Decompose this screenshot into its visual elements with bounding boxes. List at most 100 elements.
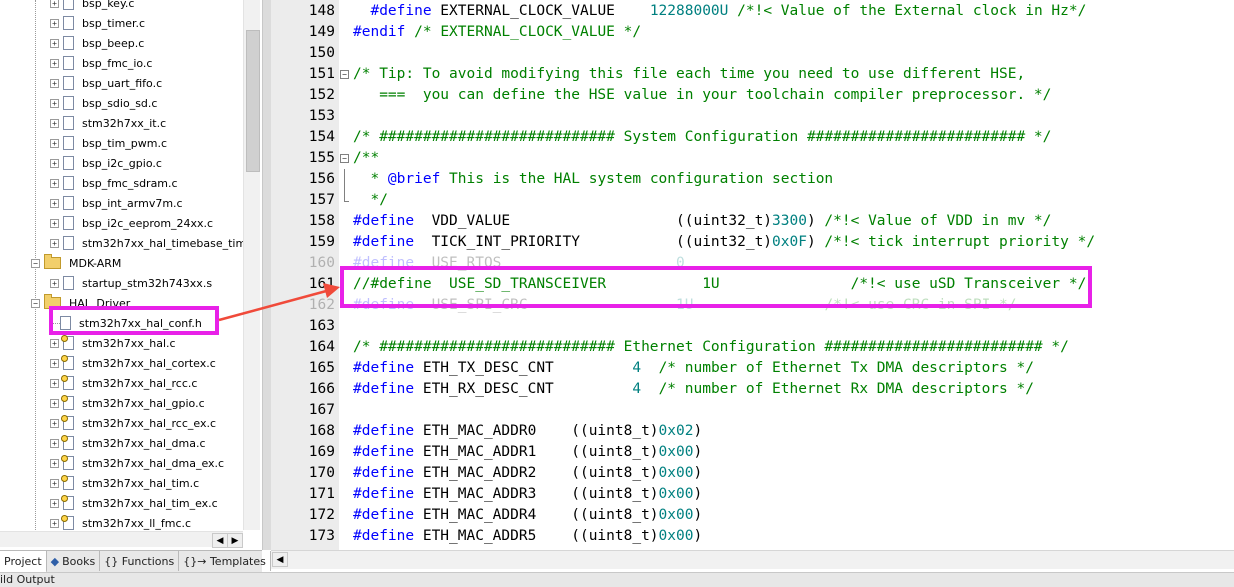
tree-file[interactable]: + stm32h7xx_ll_fmc.c [50, 513, 191, 533]
tree-file[interactable]: + stm32h7xx_hal_cortex.c [50, 353, 216, 373]
tree-file[interactable]: + stm32h7xx_it.c [50, 113, 166, 133]
code-line[interactable]: 150 [271, 43, 1234, 64]
code-text: #define ETH_MAC_ADDR1 ((uint8_t)0x00) [353, 442, 702, 463]
code-line[interactable]: 157 */ [271, 190, 1234, 211]
build-output-tab[interactable]: ild Output [0, 572, 1234, 587]
code-line[interactable]: 152 === you can define the HSE value in … [271, 85, 1234, 106]
code-line[interactable]: 156 * @brief This is the HAL system conf… [271, 169, 1234, 190]
expand-icon[interactable]: + [50, 58, 59, 68]
tree-file[interactable]: + bsp_int_armv7m.c [50, 193, 183, 213]
tree-file[interactable]: + bsp_i2c_gpio.c [50, 153, 162, 173]
tree-file[interactable]: + bsp_i2c_eeprom_24xx.c [50, 213, 213, 233]
expand-icon[interactable]: + [50, 138, 59, 148]
tab-templates[interactable]: {}→ Templates [179, 551, 271, 571]
code-line[interactable]: 154 /* ########################### System… [271, 127, 1234, 148]
expand-icon[interactable]: + [50, 78, 59, 88]
scroll-right-arrow-icon[interactable]: ▶ [227, 533, 243, 548]
code-line[interactable]: 148 #define EXTERNAL_CLOCK_VALUE 1228800… [271, 1, 1234, 22]
editor-horizontal-scrollbar[interactable]: ◀ [271, 550, 1234, 569]
expand-icon[interactable]: + [50, 278, 59, 288]
fold-collapse-icon[interactable]: − [340, 154, 349, 163]
tree-item-label: stm32h7xx_hal_gpio.c [82, 396, 205, 410]
tree-file[interactable]: + stm32h7xx_hal.c [50, 333, 176, 353]
file-icon [63, 96, 74, 110]
expand-icon[interactable]: + [50, 98, 59, 108]
tree-file[interactable]: + startup_stm32h743xx.s [50, 273, 212, 293]
expand-icon[interactable]: + [50, 498, 59, 508]
expand-icon[interactable]: + [50, 518, 59, 528]
expand-icon[interactable]: + [50, 118, 59, 128]
editor-scroll-left-arrow-icon[interactable]: ◀ [272, 552, 288, 567]
fold-collapse-icon[interactable]: − [340, 70, 349, 79]
tree-file[interactable]: + stm32h7xx_hal_rcc_ex.c [50, 413, 216, 433]
tree-file[interactable]: + bsp_tim_pwm.c [50, 133, 167, 153]
code-line[interactable]: 159 #define TICK_INT_PRIORITY ((uint32_t)… [271, 232, 1234, 253]
tree-file[interactable]: + stm32h7xx_hal_timebase_tim. [50, 233, 250, 253]
expand-icon[interactable]: + [50, 358, 59, 368]
expand-icon[interactable]: + [50, 158, 59, 168]
expand-icon[interactable]: + [50, 38, 59, 48]
file-icon [63, 56, 74, 70]
tree-file[interactable]: + bsp_timer.c [50, 13, 145, 33]
scrollbar-thumb[interactable] [246, 30, 260, 172]
code-line[interactable]: 172 #define ETH_MAC_ADDR4 ((uint8_t)0x00) [271, 505, 1234, 526]
expand-icon[interactable]: + [50, 198, 59, 208]
code-line[interactable]: 158 #define VDD_VALUE ((uint32_t)3300) /*… [271, 211, 1234, 232]
code-line[interactable]: 169 #define ETH_MAC_ADDR1 ((uint8_t)0x00) [271, 442, 1234, 463]
code-line[interactable]: 153 [271, 106, 1234, 127]
collapse-icon[interactable]: − [31, 298, 40, 308]
file-icon [63, 16, 74, 30]
expand-icon[interactable]: + [50, 18, 59, 28]
tree-folder[interactable]: − MDK-ARM [31, 253, 121, 273]
expand-icon[interactable]: + [50, 238, 59, 248]
tree-file[interactable]: + bsp_fmc_io.c [50, 53, 152, 73]
tab-books[interactable]: ◆ Books [47, 551, 101, 571]
tree-file[interactable]: + stm32h7xx_hal_tim_ex.c [50, 493, 218, 513]
tree-file[interactable]: + stm32h7xx_hal_dma.c [50, 433, 206, 453]
tree-file[interactable]: + bsp_uart_fifo.c [50, 73, 162, 93]
expand-icon[interactable]: + [50, 418, 59, 428]
code-line[interactable]: 167 [271, 400, 1234, 421]
expand-icon[interactable]: + [50, 378, 59, 388]
tree-file[interactable]: + bsp_sdio_sd.c [50, 93, 157, 113]
tree-file[interactable]: + bsp_fmc_sdram.c [50, 173, 178, 193]
code-line[interactable]: 165 #define ETH_TX_DESC_CNT 4 /* number o… [271, 358, 1234, 379]
code-line[interactable]: 151−/* Tip: To avoid modifying this file… [271, 64, 1234, 85]
expand-icon[interactable]: + [50, 218, 59, 228]
code-line[interactable]: 149 #endif /* EXTERNAL_CLOCK_VALUE */ [271, 22, 1234, 43]
fold-guide [344, 190, 345, 201]
expand-icon[interactable]: + [50, 338, 59, 348]
expand-icon[interactable]: + [50, 0, 59, 8]
project-vertical-scrollbar[interactable] [243, 0, 260, 530]
project-horizontal-scrollbar[interactable]: ◀ ▶ [0, 531, 243, 548]
code-line[interactable]: 171 #define ETH_MAC_ADDR3 ((uint8_t)0x00) [271, 484, 1234, 505]
code-token: /* number of Ethernet Tx DMA descriptors… [658, 360, 1034, 376]
tree-file[interactable]: + bsp_beep.c [50, 33, 144, 53]
collapse-icon[interactable]: − [31, 258, 40, 268]
tree-file[interactable]: + stm32h7xx_hal_tim.c [50, 473, 199, 493]
source-file-key-icon [61, 375, 74, 390]
code-line[interactable]: 163 [271, 316, 1234, 337]
scroll-left-arrow-icon[interactable]: ◀ [212, 533, 228, 548]
code-line[interactable]: 173 #define ETH_MAC_ADDR5 ((uint8_t)0x00) [271, 526, 1234, 547]
code-token: 0x00 [658, 486, 694, 502]
expand-icon[interactable]: + [50, 438, 59, 448]
tree-file[interactable]: + bsp_key.c [50, 0, 134, 13]
code-line[interactable]: 155−/** [271, 148, 1234, 169]
source-file-key-icon [61, 355, 74, 370]
code-line[interactable]: 166 #define ETH_RX_DESC_CNT 4 /* number o… [271, 379, 1234, 400]
expand-icon[interactable]: + [50, 178, 59, 188]
code-line[interactable]: 164 /* ########################### Ethern… [271, 337, 1234, 358]
tab-project[interactable]: Project [0, 551, 47, 573]
expand-icon[interactable]: + [50, 458, 59, 468]
code-line[interactable]: 170 #define ETH_MAC_ADDR2 ((uint8_t)0x00) [271, 463, 1234, 484]
tree-file[interactable]: + stm32h7xx_hal_gpio.c [50, 393, 205, 413]
code-line[interactable]: 168 #define ETH_MAC_ADDR0 ((uint8_t)0x02) [271, 421, 1234, 442]
expand-icon[interactable]: + [50, 398, 59, 408]
tree-file[interactable]: + stm32h7xx_hal_rcc.c [50, 373, 197, 393]
tab-functions[interactable]: {} Functions [100, 551, 180, 571]
code-token: VDD_VALUE ((uint32_t) [414, 213, 773, 229]
line-number: 158 [308, 213, 335, 229]
tree-file[interactable]: + stm32h7xx_hal_dma_ex.c [50, 453, 224, 473]
expand-icon[interactable]: + [50, 478, 59, 488]
